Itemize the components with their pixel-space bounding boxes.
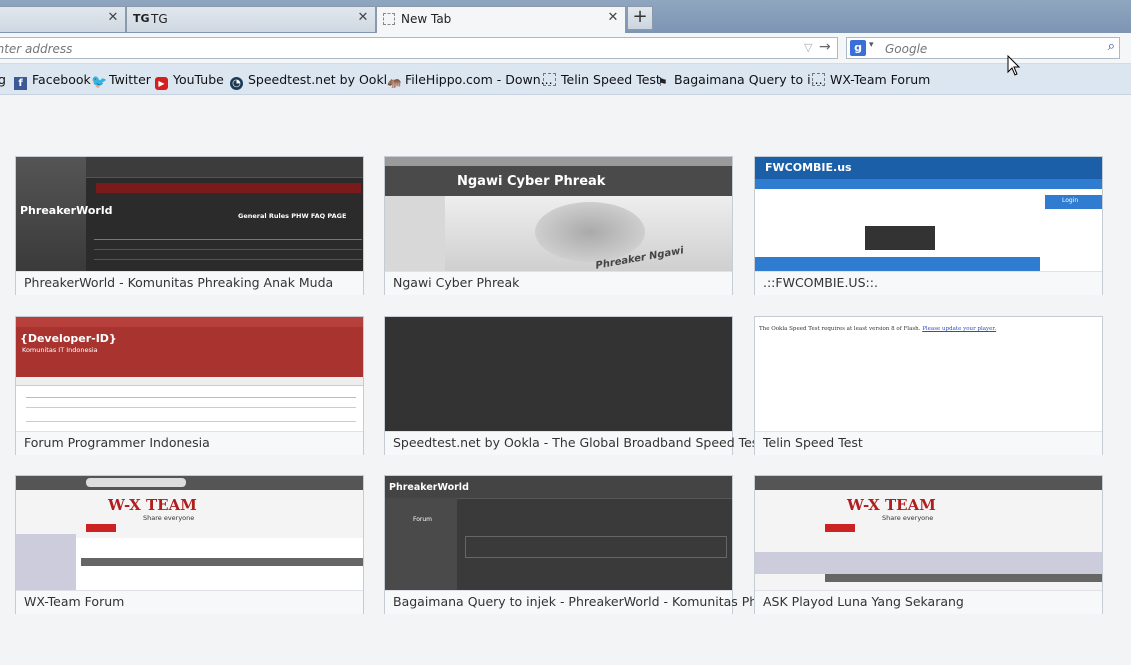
search-bar[interactable]: g ▾ ⌕ [846, 37, 1120, 59]
bookmark-label: FileHippo.com - Down... [405, 72, 553, 87]
tab-title: New Tab [401, 12, 452, 26]
tab-title: TG [151, 12, 168, 26]
tile-caption: Bagaimana Query to injek - PhreakerWorld… [393, 594, 782, 609]
filehippo-icon: 🦛 [387, 75, 402, 89]
thumb-subtitle: Komunitas IT Indonesia [22, 346, 98, 354]
site-thumbnail: W-X TEAM Share everyone [755, 476, 1102, 590]
site-tile[interactable]: {Developer-ID} Komunitas IT Indonesia Fo… [15, 316, 364, 455]
google-icon[interactable]: g [850, 40, 866, 56]
bookmark-filehippo[interactable]: 🦛 FileHippo.com - Down... [387, 72, 553, 89]
new-tab-button[interactable]: + [627, 6, 653, 30]
thumb-title: PhreakerWorld [20, 204, 113, 217]
tile-caption: Forum Programmer Indonesia [24, 435, 210, 450]
bookmark-partial[interactable]: g [0, 72, 6, 88]
blank-page-icon [812, 73, 825, 86]
blank-page-icon [543, 73, 556, 86]
bookmark-label: Bagaimana Query to i... [674, 72, 823, 87]
bookmark-label: Telin Speed Test [561, 72, 661, 87]
thumb-title: The Ookla Speed Test requires at least v… [759, 326, 997, 332]
tab-item[interactable]: TG TG ✕ [126, 6, 376, 32]
bookmark-label: WX-Team Forum [830, 72, 931, 87]
bookmarks-toolbar: g f Facebook 🐦 Twitter ▶ YouTube ◔ Speedtest… [0, 64, 1131, 95]
bookmark-bagaimana[interactable]: ⚑ Bagaimana Query to i... [656, 72, 823, 89]
thumb-title: Ngawi Cyber Phreak [457, 174, 606, 189]
site-tile[interactable]: W-X TEAM Share everyone ASK Playod Luna … [754, 475, 1103, 614]
tile-caption: ASK Playod Luna Yang Sekarang [763, 594, 964, 609]
site-thumbnail: PhreakerWorld General Rules PHW FAQ PAGE [16, 157, 363, 271]
mouse-cursor-icon [1007, 55, 1021, 76]
tile-caption: WX-Team Forum [24, 594, 125, 609]
site-thumbnail: PhreakerWorld Forum [385, 476, 732, 590]
thumb-title: FWCOMBIE.us [765, 161, 852, 174]
close-tab-icon[interactable]: ✕ [107, 11, 119, 25]
facebook-icon: f [14, 77, 27, 90]
tile-caption: .::FWCOMBIE.US::. [763, 275, 878, 290]
tile-caption: PhreakerWorld - Komunitas Phreaking Anak… [24, 275, 334, 290]
new-tab-grid: PhreakerWorld General Rules PHW FAQ PAGE… [0, 95, 1131, 665]
dropdown-arrow-icon[interactable]: ▽ [804, 41, 812, 54]
bookmark-speedtest[interactable]: ◔ Speedtest.net by Ookl... [230, 72, 400, 90]
thumb-title: W-X TEAM [108, 496, 197, 514]
tile-caption: Telin Speed Test [763, 435, 863, 450]
thumb-title: W-X TEAM [847, 496, 936, 514]
site-tile[interactable]: PhreakerWorld Forum Bagaimana Query to i… [384, 475, 782, 614]
bookmark-label: YouTube [173, 72, 224, 87]
youtube-icon: ▶ [155, 77, 168, 90]
tile-caption: Speedtest.net by Ookla - The Global Broa… [393, 435, 764, 450]
thumb-subtitle: Login [1062, 197, 1079, 204]
thumb-subtitle: General Rules PHW FAQ PAGE [238, 212, 347, 220]
site-thumbnail [385, 317, 732, 431]
bookmark-wx-team[interactable]: WX-Team Forum [812, 72, 930, 88]
site-thumbnail: {Developer-ID} Komunitas IT Indonesia [16, 317, 363, 431]
go-arrow-icon[interactable]: → [819, 39, 831, 55]
site-thumbnail: The Ookla Speed Test requires at least v… [755, 317, 1102, 431]
blank-page-icon [383, 13, 395, 25]
close-tab-icon[interactable]: ✕ [607, 11, 619, 25]
search-icon[interactable]: ⌕ [1108, 39, 1115, 54]
tab-item-selected[interactable]: New Tab ✕ [376, 6, 626, 34]
flag-icon: ⚑ [657, 76, 668, 89]
close-tab-icon[interactable]: ✕ [357, 11, 369, 25]
site-tile[interactable]: The Ookla Speed Test requires at least v… [754, 316, 1103, 455]
site-thumbnail: W-X TEAM Share everyone [16, 476, 363, 590]
bookmark-label: Speedtest.net by Ookl... [248, 72, 400, 87]
thumb-title: PhreakerWorld [389, 482, 469, 493]
bookmark-facebook[interactable]: f Facebook [14, 72, 91, 90]
tab-strip: ✕ TG TG ✕ New Tab ✕ + [0, 0, 1131, 34]
speedtest-icon: ◔ [230, 77, 243, 90]
bookmark-twitter[interactable]: 🐦 Twitter [91, 72, 151, 90]
thumb-subtitle: Share everyone [882, 514, 934, 522]
site-tile[interactable]: Ngawi Cyber Phreak Phreaker Ngawi Ngawi … [384, 156, 733, 295]
bookmark-youtube[interactable]: ▶ YouTube [155, 72, 224, 90]
search-input[interactable] [883, 39, 1097, 59]
thumb-title: {Developer-ID} [20, 332, 117, 345]
bookmark-label: Facebook [32, 72, 91, 87]
site-tile[interactable]: FWCOMBIE.us Login .::FWCOMBIE.US::. [754, 156, 1103, 295]
nav-bar: ▽ → g ▾ ⌕ [0, 33, 1131, 64]
bookmark-label: Twitter [109, 72, 151, 87]
twitter-icon: 🐦 [91, 75, 108, 90]
site-tile[interactable]: PhreakerWorld General Rules PHW FAQ PAGE… [15, 156, 364, 295]
tab-item[interactable]: ✕ [0, 6, 126, 32]
url-input[interactable] [0, 39, 771, 59]
engine-dropdown-icon[interactable]: ▾ [869, 40, 874, 50]
site-thumbnail: FWCOMBIE.us Login [755, 157, 1102, 271]
tile-caption: Ngawi Cyber Phreak [393, 275, 520, 290]
url-bar[interactable]: ▽ → [0, 37, 838, 59]
tab-favicon: TG [133, 12, 150, 25]
site-tile[interactable]: Speedtest.net by Ookla - The Global Broa… [384, 316, 763, 455]
bookmark-telin[interactable]: Telin Speed Test [543, 72, 661, 88]
thumb-subtitle: Share everyone [143, 514, 195, 522]
site-thumbnail: Ngawi Cyber Phreak Phreaker Ngawi [385, 157, 732, 271]
site-tile[interactable]: W-X TEAM Share everyone WX-Team Forum [15, 475, 364, 614]
thumb-subtitle: Forum [413, 516, 433, 523]
